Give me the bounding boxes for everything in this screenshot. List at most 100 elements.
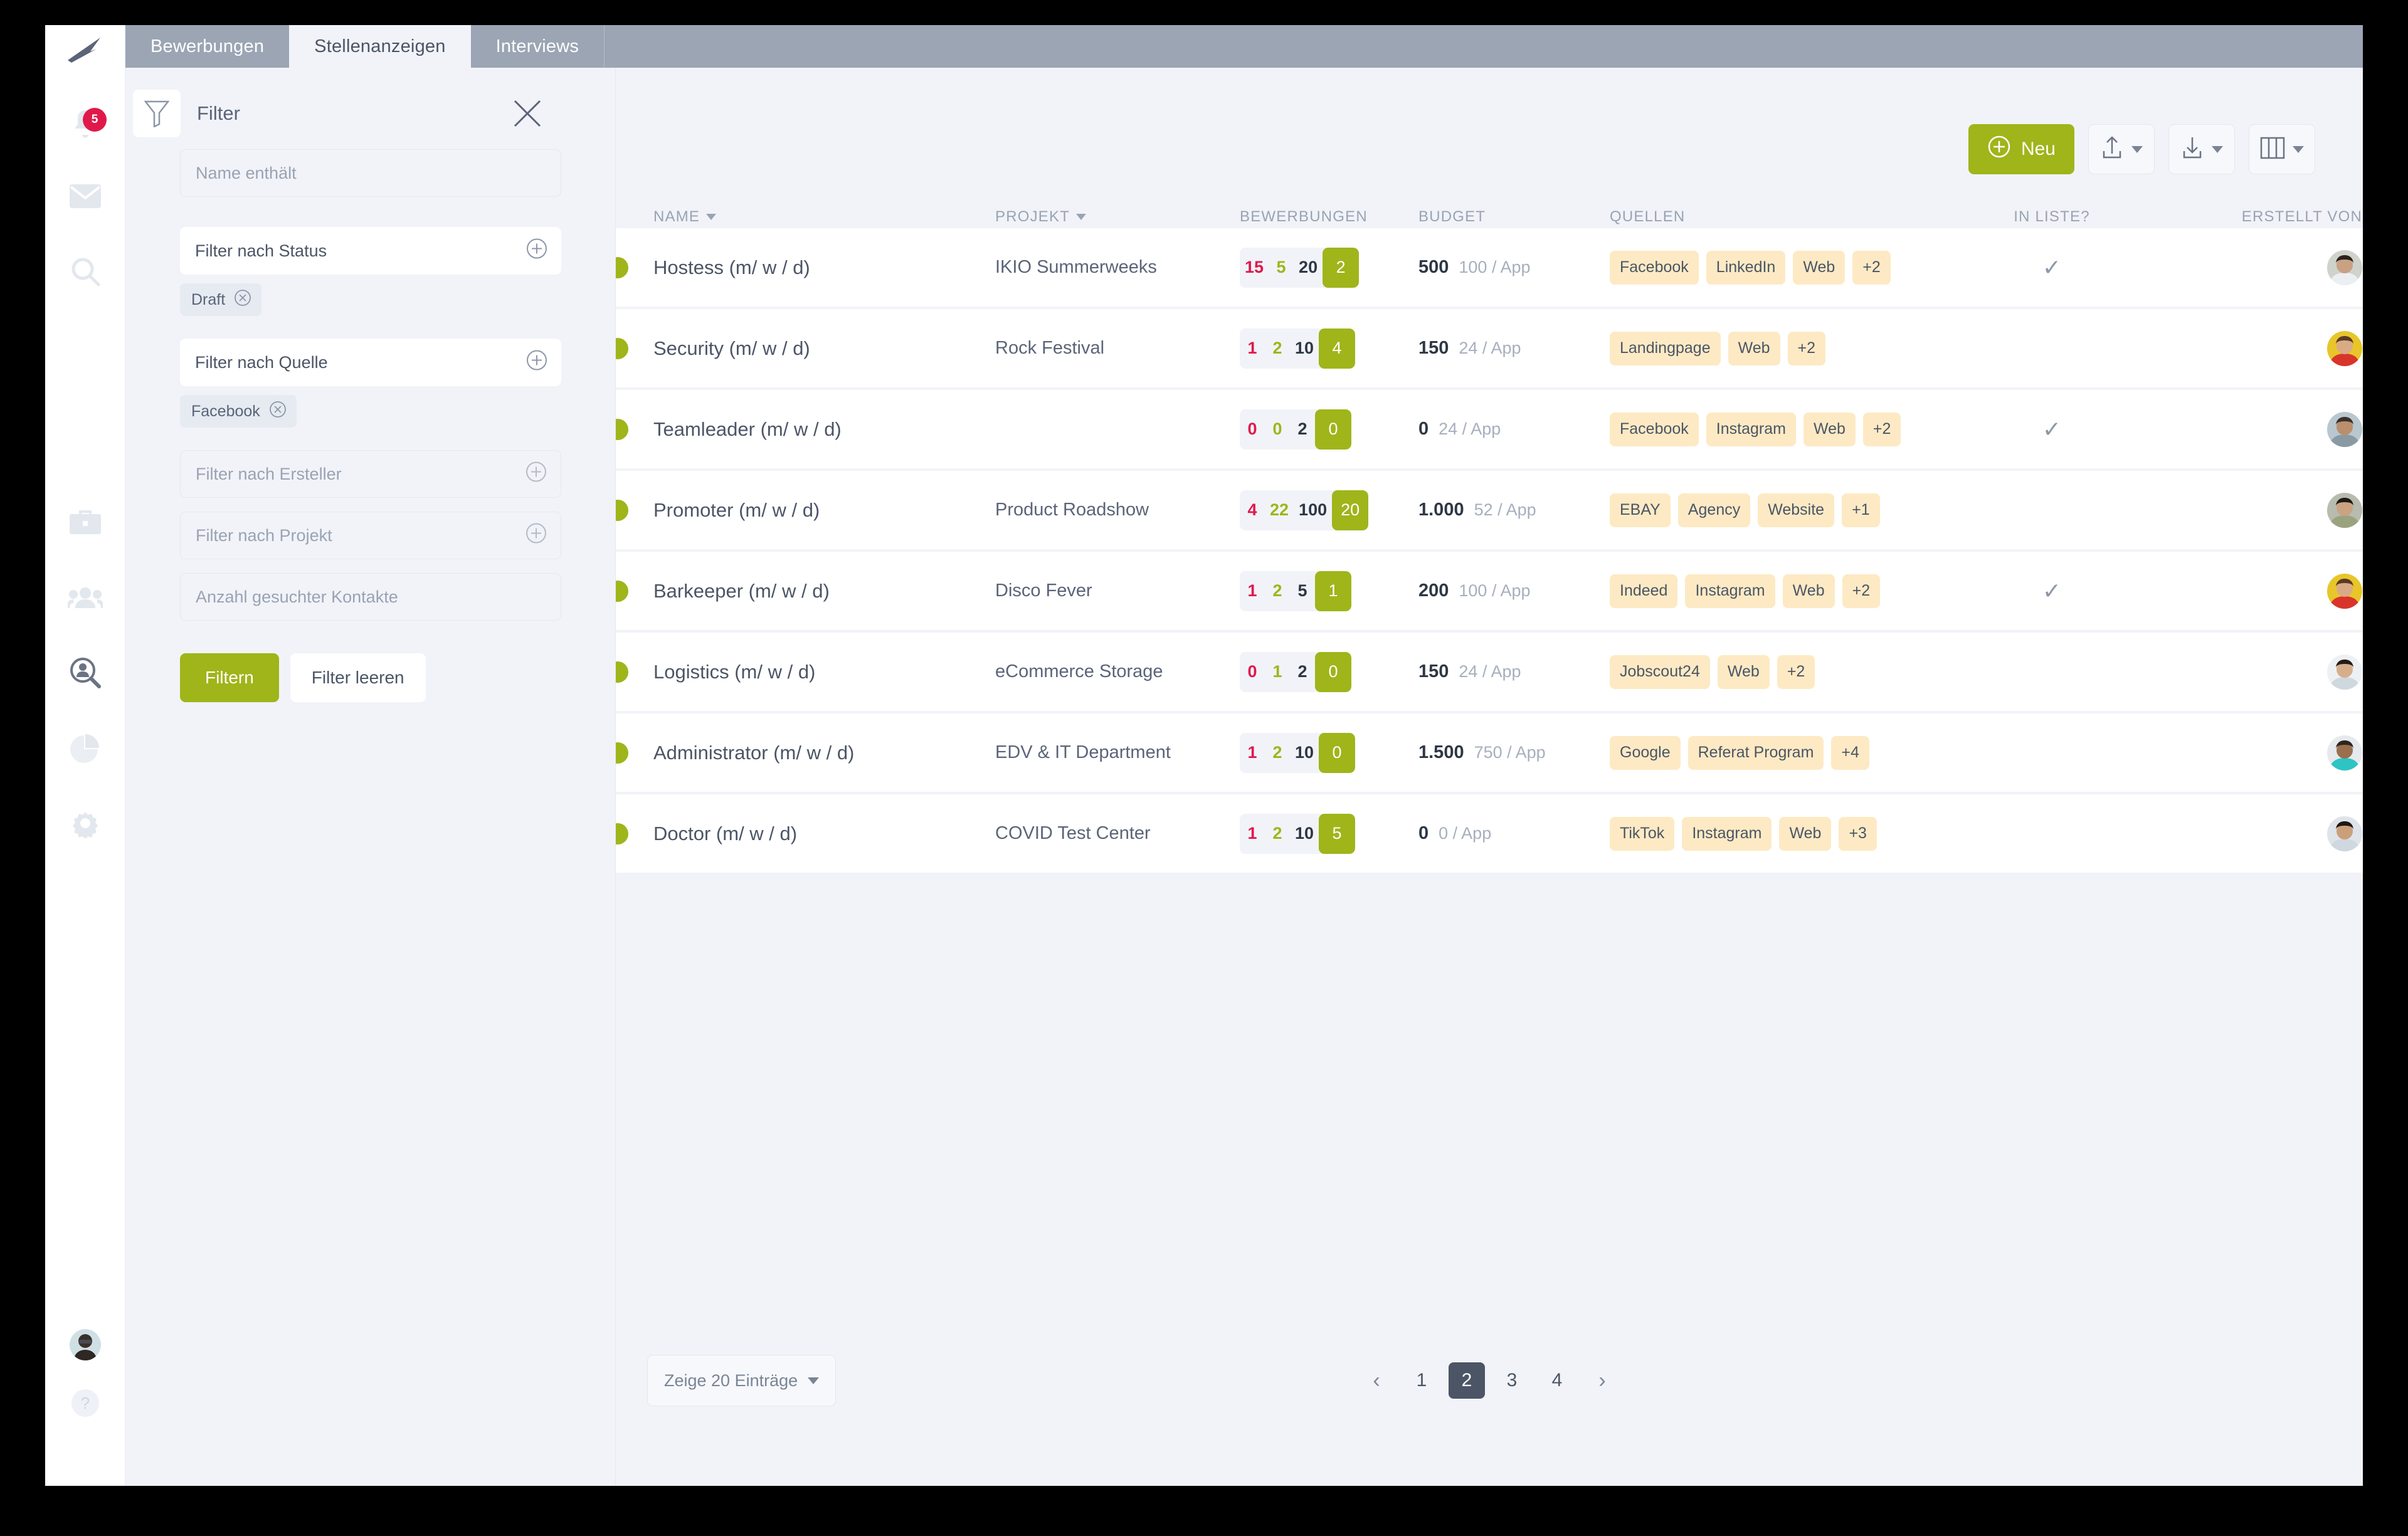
source-tag[interactable]: Instagram	[1706, 412, 1796, 446]
source-tag[interactable]: Facebook	[1610, 412, 1699, 446]
cell-budget: 500 100 / App	[1418, 257, 1610, 278]
applications-badge[interactable]: 15 5 20 2	[1240, 247, 1360, 288]
filter-chip-draft[interactable]: Draft	[180, 283, 262, 316]
pagination-prev[interactable]: ‹	[1358, 1362, 1395, 1399]
applications-badge[interactable]: 1 2 10 4	[1240, 328, 1356, 369]
source-tag[interactable]: TikTok	[1610, 816, 1675, 851]
sidebar-item-notifications[interactable]: 5	[45, 94, 125, 154]
column-header-projekt[interactable]: PROJEKT	[995, 208, 1240, 228]
applications-badge[interactable]: 1251	[1240, 571, 1351, 611]
creator-avatar[interactable]	[2327, 250, 2362, 285]
entries-per-page-select[interactable]: Zeige 20 Einträge	[647, 1355, 837, 1406]
table-row[interactable]: Teamleader (m/ w / d) 0 0 2 0 0 24 / App Facebo…	[607, 390, 2363, 468]
source-tag-more[interactable]: +3	[1839, 816, 1877, 851]
source-tag[interactable]: EBAY	[1610, 493, 1671, 527]
table-row[interactable]: Doctor (m/ w / d) COVID Test Center 1 2 10 5 0…	[607, 794, 2363, 873]
sidebar-item-settings[interactable]	[45, 793, 125, 853]
applications-badge[interactable]: 1 2 10 5	[1240, 813, 1356, 854]
download-button[interactable]	[2168, 124, 2235, 174]
table-row[interactable]: Promoter (m/ w / d) Product Roadshow 4 22 10…	[607, 471, 2363, 549]
applications-badge[interactable]: 1 2 10 0	[1240, 732, 1356, 773]
sidebar-item-recruiting[interactable]	[45, 643, 125, 703]
kontakte-count-input[interactable]: Anzahl gesuchter Kontakte	[180, 573, 561, 621]
source-tag-more[interactable]: +2	[1787, 331, 1826, 366]
source-tag-more[interactable]: +4	[1831, 735, 1869, 770]
creator-avatar[interactable]	[2327, 411, 2362, 447]
applications-badge[interactable]: 0020	[1240, 409, 1351, 450]
table-row[interactable]: Administrator (m/ w / d) EDV & IT Departm…	[607, 713, 2363, 792]
remove-chip-icon[interactable]	[269, 401, 287, 423]
source-tag-more[interactable]: +2	[1777, 655, 1815, 689]
source-tag[interactable]: Instagram	[1685, 574, 1775, 608]
table-row[interactable]: Barkeeper (m/ w / d) Disco Fever 1 2 5 1 200 10…	[607, 552, 2363, 630]
source-tag[interactable]: Instagram	[1682, 816, 1772, 851]
pagination-page[interactable]: 2	[1449, 1362, 1485, 1399]
source-tag-more[interactable]: +2	[1852, 250, 1891, 285]
creator-avatar[interactable]	[2327, 492, 2362, 528]
plus-circle-icon[interactable]	[526, 238, 547, 264]
apply-filter-button[interactable]: Filtern	[180, 653, 279, 702]
check-icon: ✓	[2042, 254, 2062, 280]
table-row[interactable]: Logistics (m/ w / d) eCommerce Storage 0 1 2…	[607, 633, 2363, 711]
source-tag[interactable]: Facebook	[1610, 250, 1699, 285]
plus-circle-icon[interactable]	[525, 523, 547, 549]
close-icon[interactable]	[509, 95, 546, 132]
source-tag[interactable]: Web	[1717, 655, 1770, 689]
tab-stellenanzeigen[interactable]: Stellenanzeigen	[289, 25, 471, 68]
applications-badge[interactable]: 0120	[1240, 651, 1351, 692]
filter-by-status-select[interactable]: Filter nach Status	[180, 227, 561, 275]
pagination-page[interactable]: 3	[1494, 1362, 1530, 1399]
source-tag[interactable]: Web	[1793, 250, 1846, 285]
source-tag[interactable]: Landingpage	[1610, 331, 1721, 366]
budget-per-app: 24 / App	[1459, 662, 1521, 681]
filter-by-projekt-select[interactable]: Filter nach Projekt	[180, 512, 561, 559]
source-tag[interactable]: Google	[1610, 735, 1681, 770]
source-tag[interactable]: LinkedIn	[1706, 250, 1786, 285]
source-tag-more[interactable]: +1	[1842, 493, 1880, 527]
source-tag[interactable]: Indeed	[1610, 574, 1678, 608]
pagination-page[interactable]: 4	[1539, 1362, 1575, 1399]
filter-by-ersteller-label: Filter nach Ersteller	[196, 464, 342, 483]
tab-bewerbungen[interactable]: Bewerbungen	[125, 25, 289, 68]
columns-button[interactable]	[2249, 124, 2315, 174]
sidebar-item-search[interactable]	[45, 241, 125, 302]
source-tag[interactable]: Web	[1779, 816, 1832, 851]
source-tag[interactable]: Agency	[1677, 493, 1751, 527]
creator-avatar[interactable]	[2327, 654, 2362, 690]
help-button[interactable]: ?	[71, 1389, 99, 1417]
applications-badge[interactable]: 4 22 100 20	[1240, 490, 1369, 530]
creator-avatar[interactable]	[2327, 573, 2362, 609]
sidebar-item-contacts[interactable]	[45, 567, 125, 628]
filter-by-ersteller-select[interactable]: Filter nach Ersteller	[180, 450, 561, 498]
new-button[interactable]: Neu	[1968, 124, 2074, 174]
clear-filter-button[interactable]: Filter leeren	[290, 653, 426, 702]
upload-button[interactable]	[2088, 124, 2155, 174]
table-row[interactable]: Hostess (m/ w / d) IKIO Summerweeks 15 5 20 2…	[607, 228, 2363, 307]
creator-avatar[interactable]	[2327, 735, 2362, 771]
pagination-page[interactable]: 1	[1403, 1362, 1440, 1399]
user-avatar[interactable]	[70, 1329, 101, 1360]
source-tag[interactable]: Web	[1728, 331, 1780, 366]
sidebar-item-jobs[interactable]	[45, 492, 125, 552]
filter-chip-facebook[interactable]: Facebook	[180, 395, 297, 428]
name-contains-input[interactable]: Name enthält	[180, 149, 561, 197]
sidebar-item-messages[interactable]	[45, 166, 125, 226]
creator-avatar[interactable]	[2327, 816, 2362, 851]
source-tag[interactable]: Web	[1782, 574, 1835, 608]
source-tag-more[interactable]: +2	[1862, 412, 1901, 446]
table-row[interactable]: Security (m/ w / d) Rock Festival 1 2 10 4 150…	[607, 309, 2363, 387]
sidebar-item-reports[interactable]	[45, 718, 125, 778]
creator-avatar[interactable]	[2327, 330, 2362, 366]
tab-interviews[interactable]: Interviews	[471, 25, 605, 68]
remove-chip-icon[interactable]	[234, 289, 251, 311]
plus-circle-icon[interactable]	[525, 461, 547, 487]
source-tag[interactable]: Website	[1758, 493, 1835, 527]
source-tag[interactable]: Jobscout24	[1610, 655, 1710, 689]
column-header-name[interactable]: NAME	[653, 208, 995, 228]
filter-by-quelle-select[interactable]: Filter nach Quelle	[180, 339, 561, 386]
source-tag[interactable]: Web	[1803, 412, 1856, 446]
source-tag[interactable]: Referat Program	[1687, 735, 1824, 770]
pagination-next[interactable]: ›	[1584, 1362, 1620, 1399]
source-tag-more[interactable]: +2	[1842, 574, 1881, 608]
plus-circle-icon[interactable]	[526, 350, 547, 376]
